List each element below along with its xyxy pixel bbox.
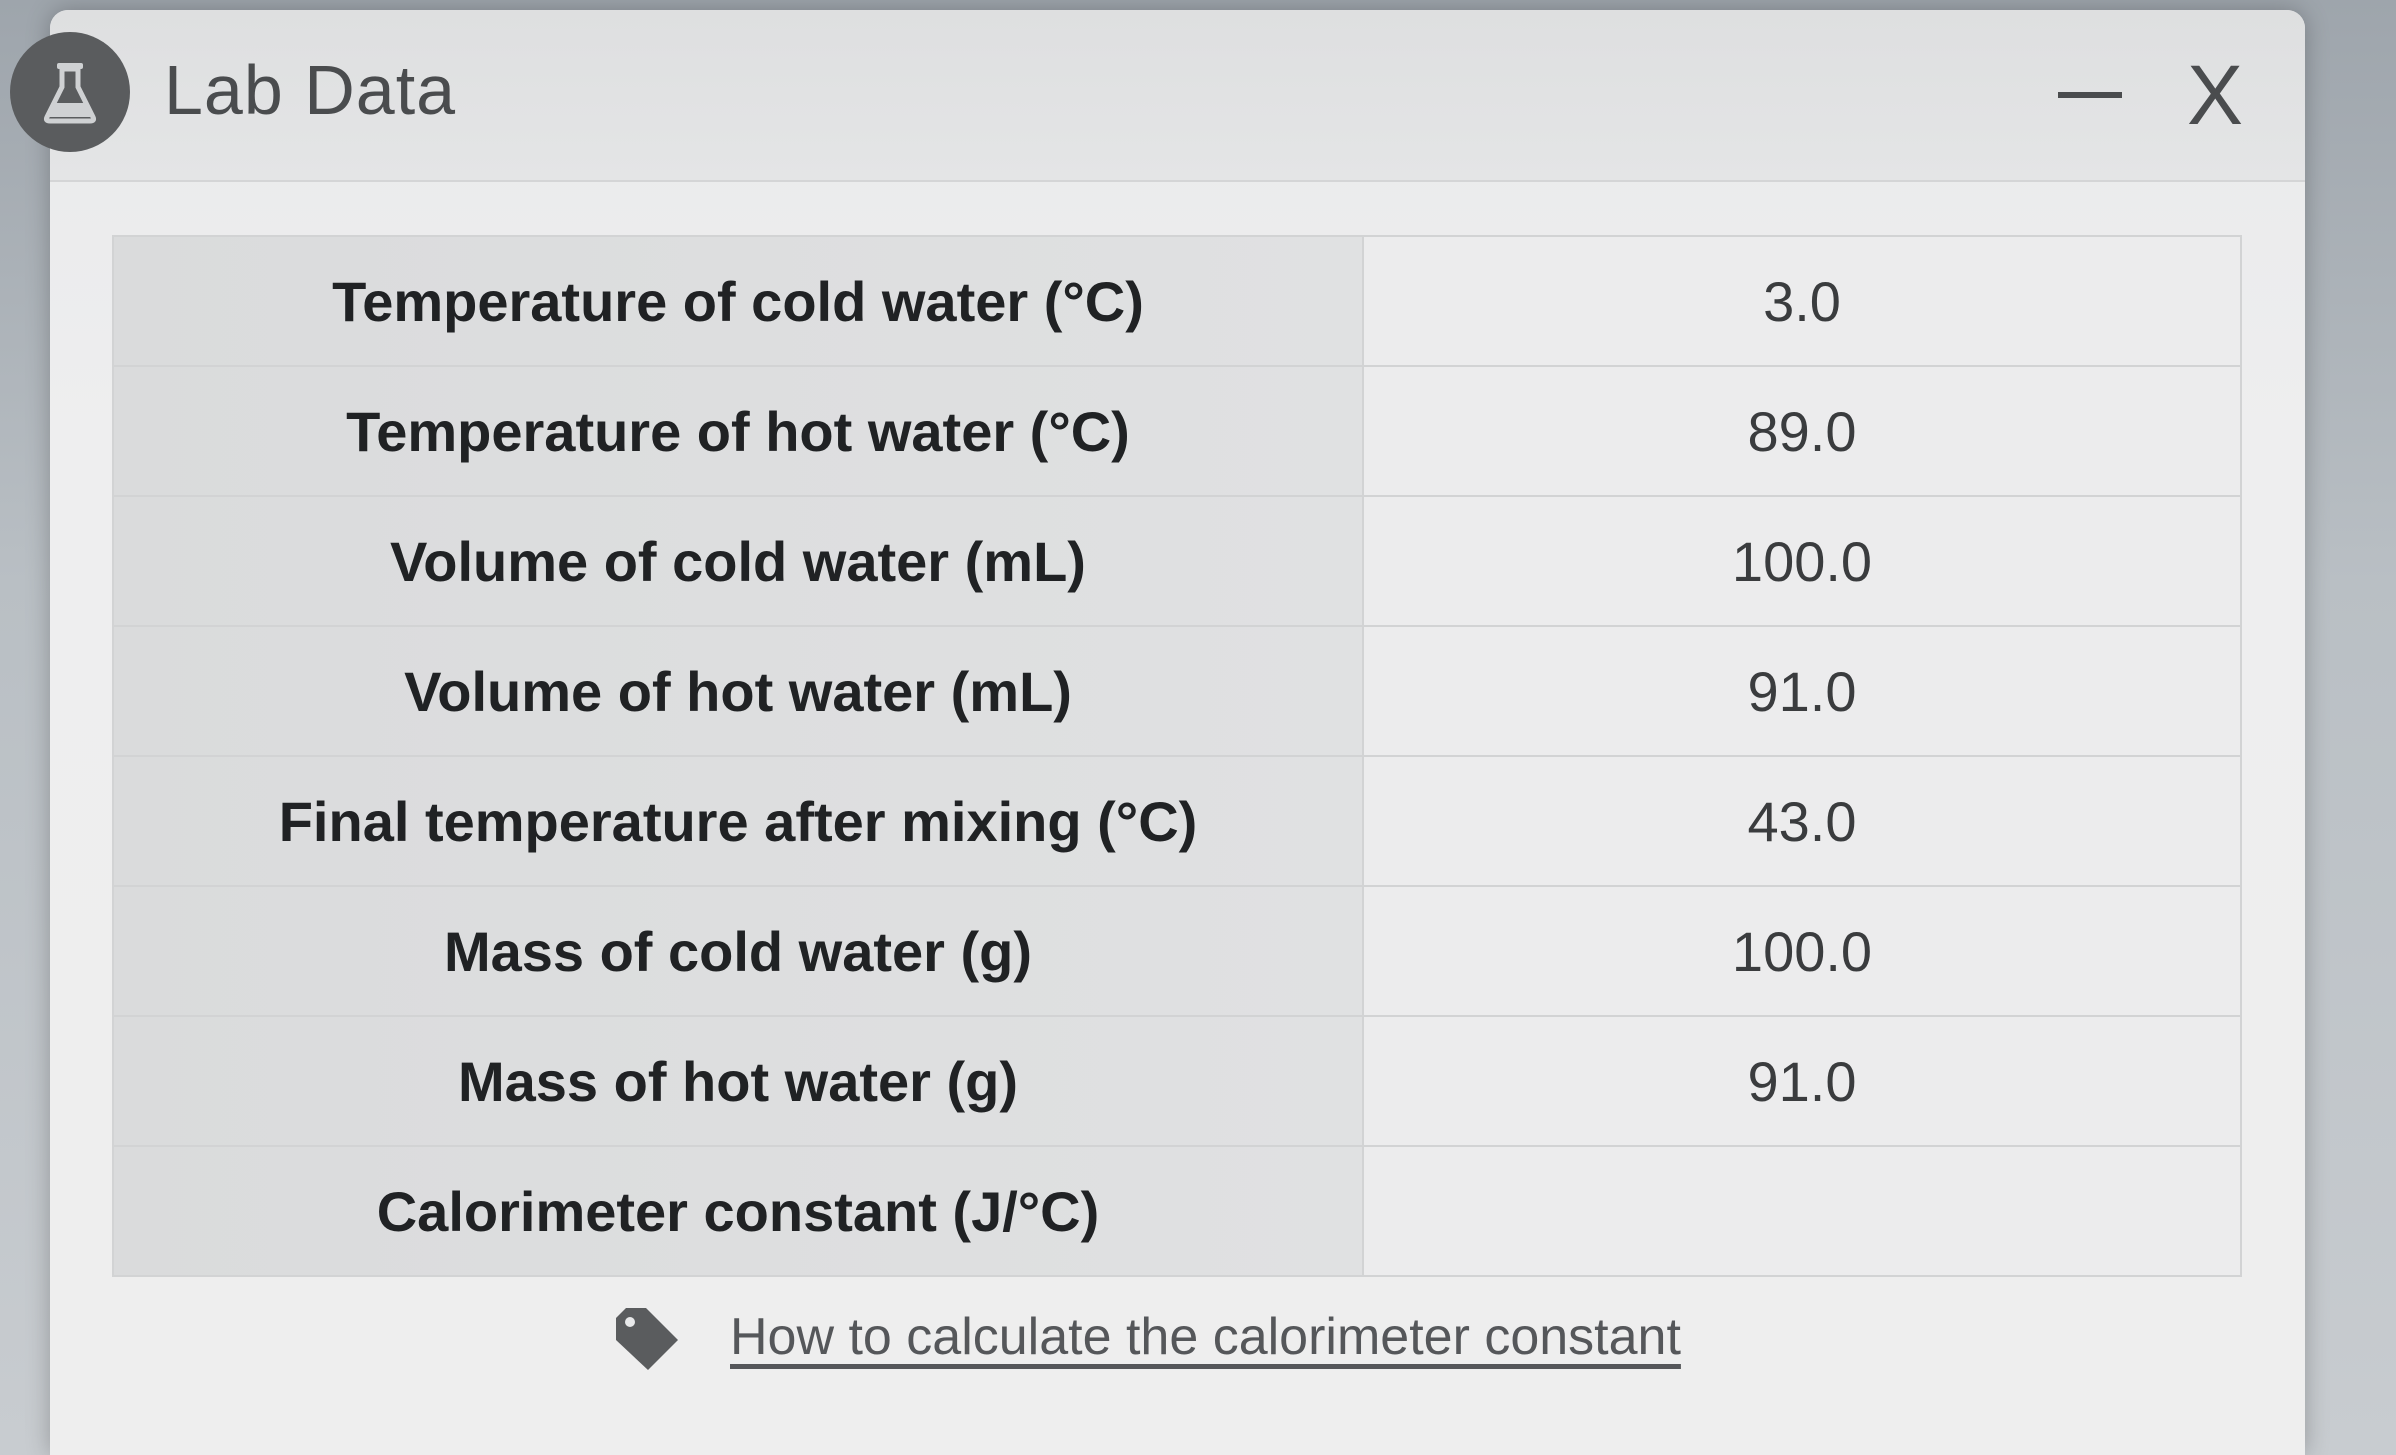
row-value: 91.0 [1362,1015,2242,1147]
row-label: Calorimeter constant (J/°C) [112,1145,1364,1277]
minimize-icon [2058,92,2122,98]
close-button[interactable]: X [2170,48,2260,142]
row-value: 91.0 [1362,625,2242,757]
table-row: Temperature of cold water (°C) 3.0 [112,235,2242,367]
row-value: 100.0 [1362,495,2242,627]
row-label: Temperature of hot water (°C) [112,365,1364,497]
table-row: Calorimeter constant (J/°C) [112,1145,2242,1277]
row-value: 43.0 [1362,755,2242,887]
row-value: 3.0 [1362,235,2242,367]
flask-icon [10,32,130,152]
table-row: Volume of hot water (mL) 91.0 [112,625,2242,757]
row-label: Mass of cold water (g) [112,885,1364,1017]
help-link-text[interactable]: How to calculate the calorimeter constan… [730,1307,1681,1367]
row-value: 100.0 [1362,885,2242,1017]
row-label: Temperature of cold water (°C) [112,235,1364,367]
lab-data-dialog: Lab Data X Temperature of cold water (°C… [10,10,2305,1455]
table-row: Mass of hot water (g) 91.0 [112,1015,2242,1147]
tag-icon [616,1308,678,1370]
title-bar: Lab Data X [10,10,2305,182]
window-title: Lab Data [164,51,457,129]
row-value: 89.0 [1362,365,2242,497]
table-row: Temperature of hot water (°C) 89.0 [112,365,2242,497]
minimize-button[interactable] [2045,50,2135,140]
lab-data-table: Temperature of cold water (°C) 3.0 Tempera… [112,235,2242,1277]
table-row: Mass of cold water (g) 100.0 [112,885,2242,1017]
calorimeter-help-link[interactable]: How to calculate the calorimeter constan… [610,1300,1681,1374]
table-row: Volume of cold water (mL) 100.0 [112,495,2242,627]
row-label: Volume of hot water (mL) [112,625,1364,757]
row-label: Final temperature after mixing (°C) [112,755,1364,887]
row-label: Volume of cold water (mL) [112,495,1364,627]
table-row: Final temperature after mixing (°C) 43.0 [112,755,2242,887]
row-value [1362,1145,2242,1277]
row-label: Mass of hot water (g) [112,1015,1364,1147]
